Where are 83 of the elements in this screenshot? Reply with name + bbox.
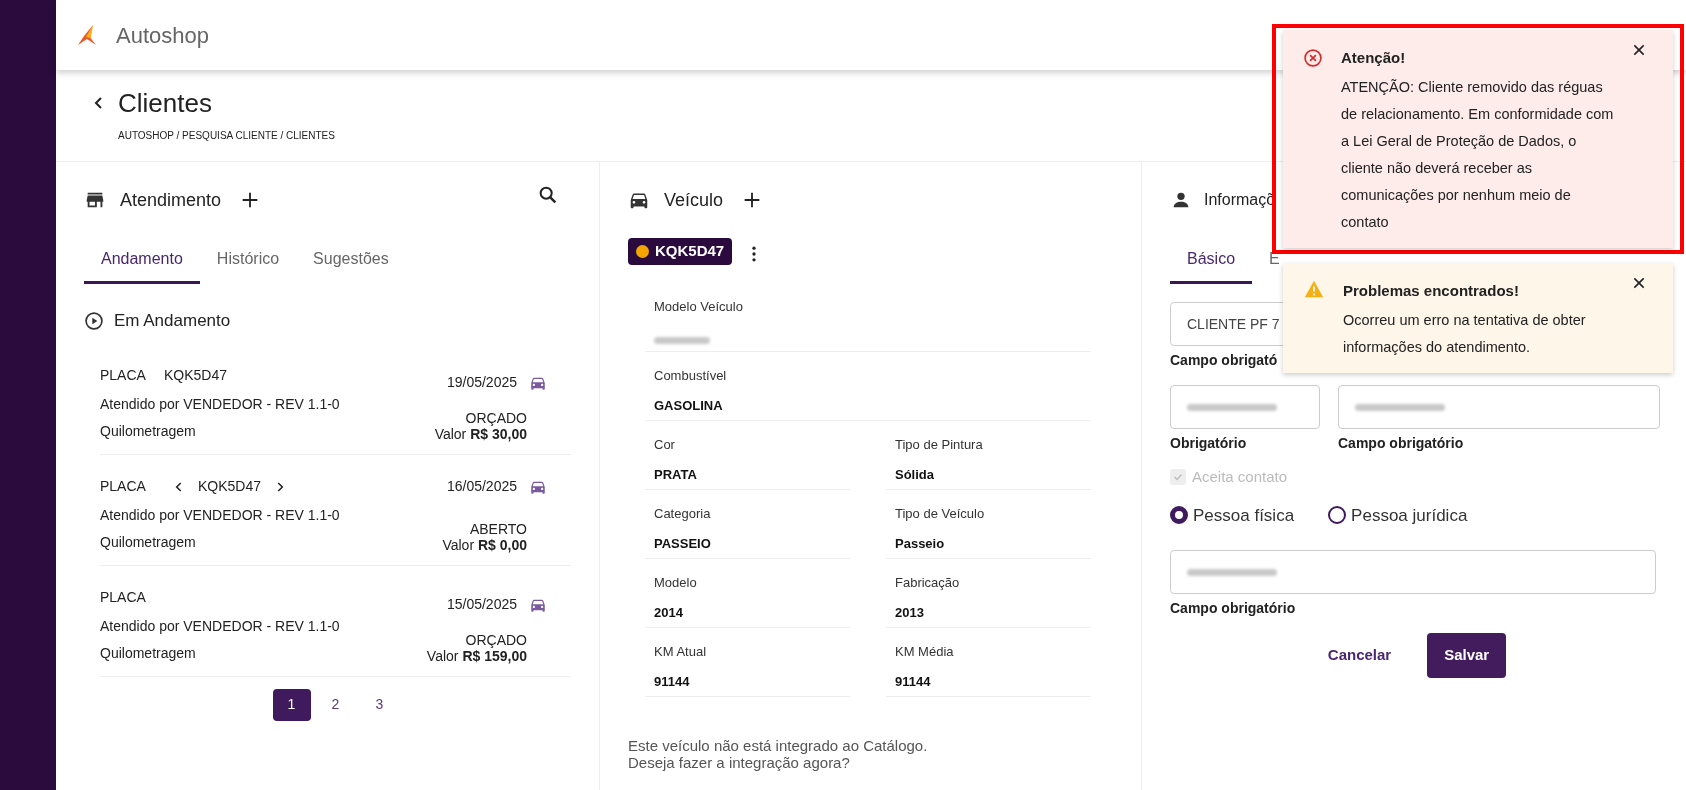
status-text: ORÇADO xyxy=(465,409,527,426)
field-label: KM Atual xyxy=(654,643,708,661)
field-hint: Campo obrigatório xyxy=(1338,434,1465,453)
page-button[interactable]: 3 xyxy=(360,688,399,721)
checkbox-label: Aceita contato xyxy=(1192,467,1288,487)
plate-number: KQK5D47 xyxy=(655,241,725,262)
date-text: 15/05/2025 xyxy=(446,595,517,614)
page-title: Clientes xyxy=(118,88,213,118)
field-hint: Campo obrigatório xyxy=(1170,599,1297,618)
search-icon[interactable] xyxy=(537,184,559,206)
error-icon xyxy=(1303,48,1323,68)
value-text: Valor R$ 0,00 xyxy=(442,536,527,553)
close-icon[interactable] xyxy=(1631,42,1647,58)
plate-label: PLACA xyxy=(100,588,147,607)
input-field[interactable] xyxy=(1338,385,1660,429)
plate-label: PLACA xyxy=(100,477,147,496)
close-icon[interactable] xyxy=(1631,275,1647,291)
app-name: Autoshop xyxy=(116,21,209,50)
field-value: Passeio xyxy=(895,534,946,553)
warning-icon xyxy=(1303,279,1325,299)
attended-by-text: Atendido por VENDEDOR - REV 1.1-0 xyxy=(100,616,340,636)
field-value: Sólida xyxy=(895,465,935,484)
field-value: PASSEIO xyxy=(654,534,712,553)
integration-note: Este veículo não está integrado ao Catálogo. xyxy=(628,737,929,754)
attended-by-text: Atendido por VENDEDOR - REV 1.1-0 xyxy=(100,505,340,525)
field-label: Categoria xyxy=(654,505,712,523)
field-value: 91144 xyxy=(654,672,691,691)
field-label: Tipo de Veículo xyxy=(895,505,986,523)
mileage-label: Quilometragem xyxy=(100,421,197,441)
field-label: Combustível xyxy=(654,367,728,385)
section-title: Informaçõ xyxy=(1204,190,1276,210)
section-title: Atendimento xyxy=(120,188,222,212)
field-label: Modelo xyxy=(654,574,698,592)
cancel-button[interactable]: Cancelar xyxy=(1319,633,1400,678)
section-title: Veículo xyxy=(664,188,724,212)
value-text: Valor R$ 159,00 xyxy=(426,647,527,664)
field-value: 2013 xyxy=(895,603,925,622)
plate-label: PLACA xyxy=(100,366,147,385)
field-label: Fabricação xyxy=(895,574,961,592)
tab[interactable]: Andamento xyxy=(84,236,200,284)
radio-label: Pessoa jurídica xyxy=(1351,504,1468,527)
field-value: GASOLINA xyxy=(654,396,724,415)
field-value: PRATA xyxy=(654,465,698,484)
logo-icon xyxy=(76,24,98,46)
field-label: Modelo Veículo xyxy=(654,298,744,316)
input-field[interactable] xyxy=(1170,385,1320,429)
status-text: ABERTO xyxy=(469,520,527,537)
radio-button[interactable] xyxy=(1170,506,1188,525)
field-value: 2014 xyxy=(654,603,684,622)
toast-message: Ocorreu um erro na tentativa de obter informações do atendimento. xyxy=(1343,311,1587,357)
toast-title: Atenção! xyxy=(1341,48,1407,68)
play-circle-icon xyxy=(84,310,104,331)
field-label: KM Média xyxy=(895,643,955,661)
page-button[interactable]: 1 xyxy=(272,688,311,721)
field-label: Tipo de Pintura xyxy=(895,436,984,454)
section-subtitle: Em Andamento xyxy=(114,310,231,332)
plate-number: KQK5D47 xyxy=(198,477,262,496)
mileage-label: Quilometragem xyxy=(100,643,197,663)
page-button[interactable]: 2 xyxy=(316,688,355,721)
toast-title: Problemas encontrados! xyxy=(1343,281,1520,301)
tab[interactable]: Básico xyxy=(1170,236,1253,284)
input-field[interactable] xyxy=(1170,550,1656,594)
field-hint: Campo obrigató xyxy=(1170,351,1279,370)
mileage-label: Quilometragem xyxy=(100,532,197,552)
plate-number: KQK5D47 xyxy=(164,366,228,385)
field-hint: Obrigatório xyxy=(1170,434,1248,453)
integration-note: Deseja fazer a integração agora? xyxy=(628,754,851,771)
date-text: 16/05/2025 xyxy=(446,477,517,496)
status-text: ORÇADO xyxy=(465,631,527,648)
plate-chip[interactable]: KQK5D47 xyxy=(628,238,733,265)
blurred-text xyxy=(654,336,710,344)
radio-button[interactable] xyxy=(1328,506,1347,525)
tab[interactable]: Histórico xyxy=(199,236,297,284)
breadcrumb: AUTOSHOP / PESQUISA CLIENTE / CLIENTES xyxy=(118,129,335,143)
tab[interactable]: Sugestões xyxy=(296,236,406,284)
attended-by-text: Atendido por VENDEDOR - REV 1.1-0 xyxy=(100,394,340,414)
value-text: Valor R$ 30,00 xyxy=(434,425,527,442)
field-label: Cor xyxy=(654,436,676,454)
field-value: 91144 xyxy=(895,672,932,691)
date-text: 19/05/2025 xyxy=(446,373,517,392)
toast-message: ATENÇÃO: Cliente removido das réguas de relacionamento. Em conformidade com a Lei Geral de Proteção de Dados, o cliente não deverá receber as comunicações por nenhum meio de contato xyxy=(1341,78,1615,232)
radio-label: Pessoa física xyxy=(1193,504,1295,527)
save-button[interactable]: Salvar xyxy=(1427,633,1507,678)
